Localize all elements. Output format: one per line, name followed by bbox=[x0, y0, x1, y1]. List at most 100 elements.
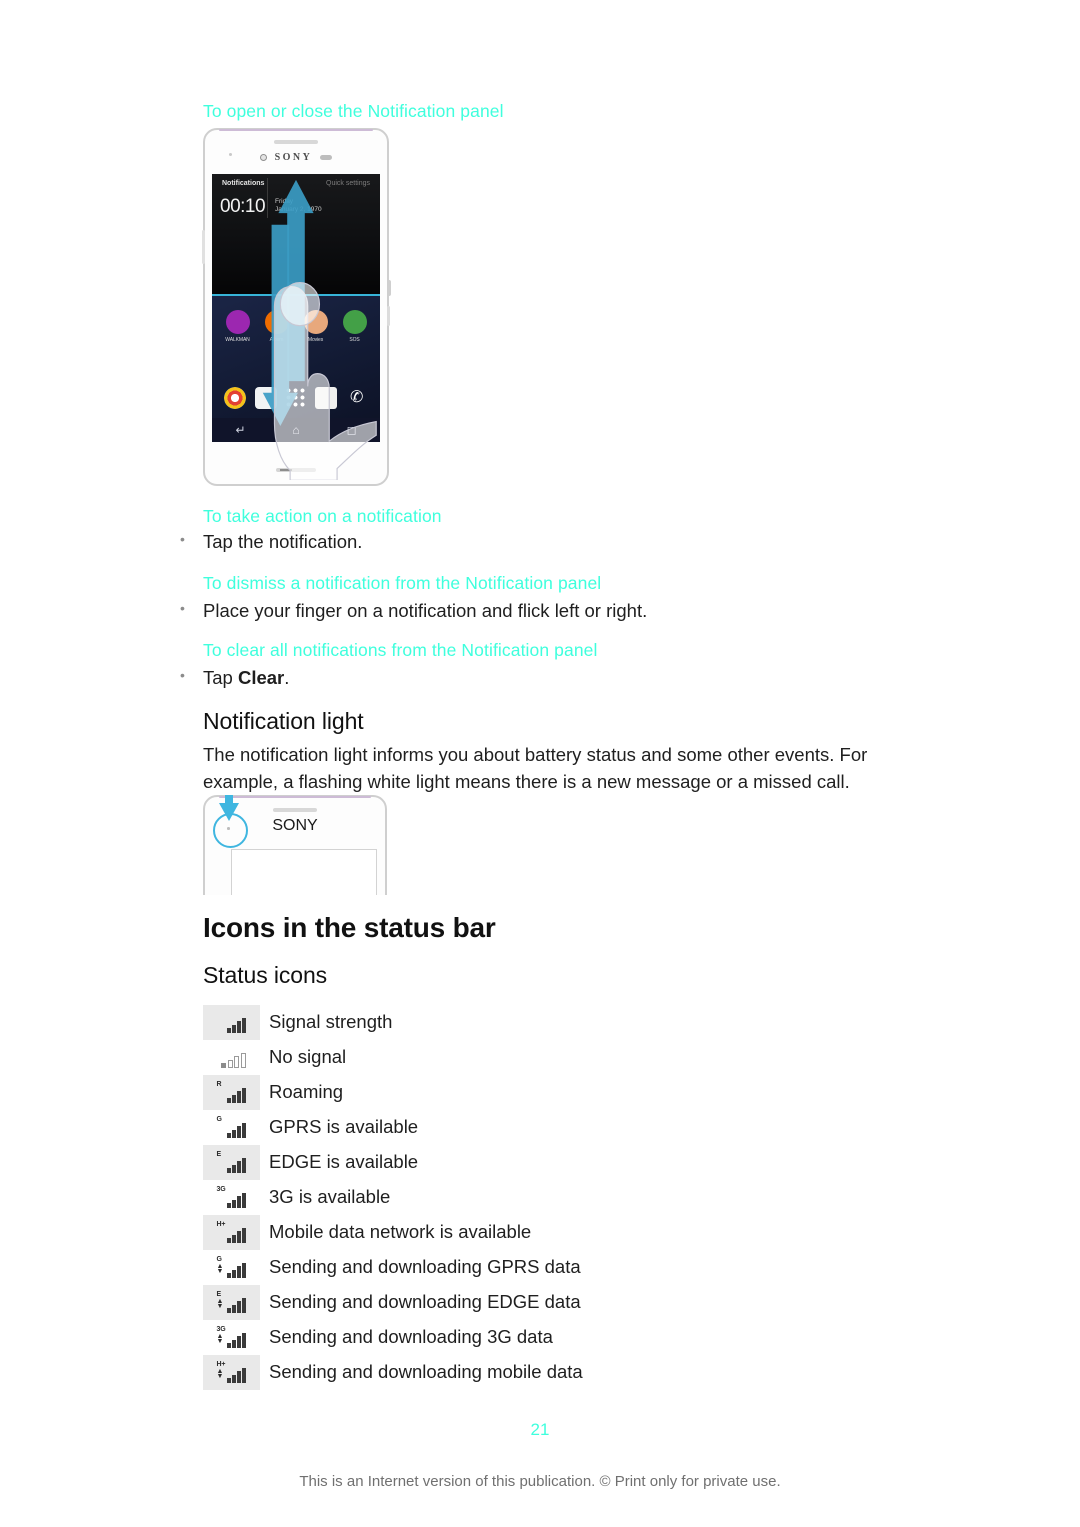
footer-note: This is an Internet version of this publ… bbox=[299, 1473, 781, 1490]
phone-illustration-notification-light: SONY bbox=[203, 795, 387, 895]
bullet-dismiss: • Place your finger on a notification an… bbox=[175, 598, 935, 625]
bullet-marker: • bbox=[180, 600, 185, 616]
bullet-label: Place your finger on a notification and … bbox=[203, 600, 648, 621]
phone-left-button bbox=[202, 230, 205, 264]
network-type-label: E bbox=[216, 1150, 222, 1158]
tab-quick-settings[interactable]: Quick settings bbox=[326, 180, 370, 187]
signal-bars-icon bbox=[227, 1262, 246, 1278]
phone-volume-button bbox=[387, 306, 390, 326]
network-type-label: 3G bbox=[216, 1185, 226, 1193]
status-icon-label: Sending and downloading mobile data bbox=[269, 1361, 583, 1383]
status-icon-cell: 3G ▲ ▼ bbox=[203, 1320, 260, 1355]
status-icon-row: Signal strength bbox=[203, 1005, 903, 1040]
status-icon-row: No signal bbox=[203, 1040, 903, 1075]
gprs-transfer-icon: G ▲ ▼ bbox=[217, 1256, 247, 1280]
callout-arrow-down-icon bbox=[219, 795, 239, 821]
album-icon bbox=[264, 310, 289, 334]
bullet-text-suffix: . bbox=[284, 667, 290, 688]
bullet-label: Tap the notification. bbox=[203, 531, 363, 552]
status-icon-row: H+ Mobile data network is available bbox=[203, 1215, 903, 1250]
signal-bars-icon bbox=[221, 1052, 246, 1068]
chrome-icon[interactable] bbox=[224, 387, 247, 409]
data-transfer-arrows-icon: ▲ ▼ bbox=[216, 1297, 224, 1310]
phone-body: SONY Notifications Quick settings 00:10 … bbox=[202, 128, 391, 486]
signal-bars-icon bbox=[227, 1192, 246, 1208]
bullet-label: Tap Clear. bbox=[203, 665, 289, 692]
app-label: Album bbox=[269, 337, 284, 343]
page-number: 21 bbox=[530, 1420, 550, 1439]
status-icon-row: E ▲ ▼ Sending and downloading EDGE data bbox=[203, 1285, 903, 1320]
phone-screen: Notifications Quick settings 00:10 Frida… bbox=[212, 174, 380, 442]
status-icon-cell: 3G bbox=[203, 1180, 260, 1215]
phone-brand-row: SONY bbox=[205, 150, 387, 164]
app-movies[interactable]: Movies bbox=[299, 310, 333, 343]
notification-panel-tabs: Notifications Quick settings bbox=[212, 180, 380, 187]
data-transfer-arrows-icon: ▲ ▼ bbox=[216, 1332, 224, 1345]
phone-bottom-speaker bbox=[276, 468, 316, 472]
app-sos[interactable]: SOS bbox=[338, 310, 372, 343]
signal-bars-icon bbox=[227, 1297, 246, 1313]
app-walkman[interactable]: WALKMAN bbox=[221, 310, 255, 343]
app-album[interactable]: Album bbox=[260, 310, 294, 343]
status-icon-label: No signal bbox=[269, 1046, 347, 1068]
edge-available-icon: E bbox=[217, 1151, 247, 1175]
recents-icon[interactable]: ◻ bbox=[347, 423, 357, 437]
bullet-marker: • bbox=[180, 667, 185, 683]
phone-top-accent bbox=[219, 129, 373, 131]
navigation-bar: ↵ ⌂ ◻ bbox=[212, 418, 380, 442]
heading-icons-in-status-bar: Icons in the status bar bbox=[203, 912, 496, 943]
signal-bars-icon bbox=[227, 1227, 246, 1243]
signal-bars-icon bbox=[227, 1367, 246, 1383]
3g-available-icon: 3G bbox=[217, 1186, 247, 1210]
network-type-label: R bbox=[216, 1080, 222, 1088]
status-icon-label: Sending and downloading EDGE data bbox=[269, 1291, 581, 1313]
back-icon[interactable]: ↵ bbox=[235, 423, 245, 437]
tab-notifications[interactable]: Notifications bbox=[222, 180, 264, 187]
panel-clock: 00:10 bbox=[220, 196, 266, 217]
app-drawer-icon[interactable] bbox=[284, 387, 307, 409]
home-dock: ✆ bbox=[212, 387, 380, 409]
heading-dismiss-notification: To dismiss a notification from the Notif… bbox=[203, 573, 602, 593]
signal-bars-icon bbox=[227, 1087, 246, 1103]
app-label: SOS bbox=[349, 337, 360, 343]
status-icon-cell bbox=[203, 1005, 260, 1040]
panel-clear-button[interactable]: Clear bbox=[212, 282, 380, 288]
bullet-clear-all: • Tap Clear. bbox=[175, 665, 935, 692]
status-icon-cell: G bbox=[203, 1110, 260, 1145]
network-type-label: 3G bbox=[216, 1325, 226, 1333]
front-camera-icon bbox=[259, 153, 267, 161]
signal-bars-icon bbox=[227, 1157, 246, 1173]
heading-clear-all-notifications: To clear all notifications from the Noti… bbox=[203, 640, 598, 660]
data-transfer-arrows-icon: ▲ ▼ bbox=[216, 1262, 224, 1275]
status-icon-row: 3G 3G is available bbox=[203, 1180, 903, 1215]
gprs-available-icon: G bbox=[217, 1116, 247, 1140]
status-icon-row: E EDGE is available bbox=[203, 1145, 903, 1180]
status-icon-cell: G ▲ ▼ bbox=[203, 1250, 260, 1285]
status-icon-label: Signal strength bbox=[269, 1011, 393, 1033]
status-icon-row: G ▲ ▼ Sending and downloading GPRS data bbox=[203, 1250, 903, 1285]
network-type-label: G bbox=[216, 1255, 222, 1263]
heading-status-icons: Status icons bbox=[203, 962, 328, 988]
messaging-icon[interactable] bbox=[315, 387, 338, 409]
status-icon-cell: E ▲ ▼ bbox=[203, 1285, 260, 1320]
home-icon[interactable]: ⌂ bbox=[292, 423, 299, 437]
status-icon-label: Sending and downloading 3G data bbox=[269, 1326, 553, 1348]
phone-top-accent bbox=[219, 796, 371, 798]
status-icon-row: H+ ▲ ▼ Sending and downloading mobile data bbox=[203, 1355, 903, 1390]
paragraph-notification-light: The notification light informs you about… bbox=[203, 744, 868, 792]
proximity-sensor-icon bbox=[320, 154, 333, 160]
edge-transfer-icon: E ▲ ▼ bbox=[217, 1291, 247, 1315]
data-transfer-arrows-icon: ▲ ▼ bbox=[216, 1367, 224, 1380]
notification-panel: Notifications Quick settings 00:10 Frida… bbox=[212, 174, 380, 296]
panel-divider bbox=[267, 178, 268, 218]
phone-icon[interactable]: ✆ bbox=[346, 387, 368, 409]
earpiece-speaker bbox=[273, 808, 317, 812]
no-signal-icon bbox=[217, 1046, 247, 1070]
signal-bars-icon bbox=[227, 1017, 246, 1033]
play-store-icon[interactable] bbox=[254, 387, 277, 409]
manual-page: To open or close the Notification panel … bbox=[0, 0, 1080, 1527]
network-type-label: H+ bbox=[216, 1360, 226, 1368]
bullet-take-action: • Tap the notification. bbox=[175, 529, 935, 556]
signal-bars-icon bbox=[227, 1122, 246, 1138]
home-app-grid: WALKMAN Album Movies SOS bbox=[212, 310, 380, 343]
